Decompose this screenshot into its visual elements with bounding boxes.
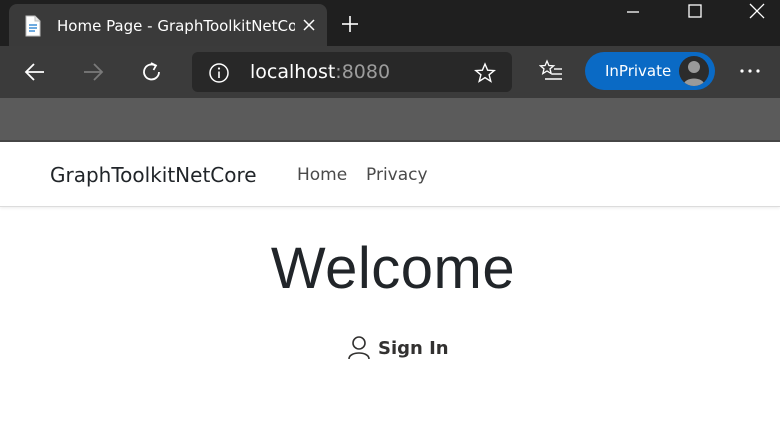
favorites-bar bbox=[0, 98, 780, 142]
person-icon bbox=[347, 335, 371, 361]
star-icon[interactable] bbox=[473, 62, 497, 84]
title-bar: Home Page - GraphToolkitNetCore bbox=[0, 0, 780, 46]
sign-in-label: Sign In bbox=[378, 338, 449, 359]
page-content: GraphToolkitNetCore Home Privacy Welcome… bbox=[0, 142, 780, 427]
more-options-icon[interactable] bbox=[738, 59, 762, 83]
inprivate-button[interactable]: InPrivate bbox=[585, 52, 715, 90]
close-tab-icon[interactable] bbox=[301, 17, 317, 33]
minimize-icon[interactable] bbox=[623, 2, 643, 22]
nav-link-privacy[interactable]: Privacy bbox=[366, 163, 428, 187]
url-port: :8080 bbox=[335, 61, 391, 83]
favorites-icon[interactable] bbox=[538, 59, 563, 83]
page-icon bbox=[23, 15, 43, 37]
forward-icon[interactable] bbox=[73, 52, 113, 92]
maximize-icon[interactable] bbox=[685, 2, 705, 22]
nav-link-home[interactable]: Home bbox=[297, 163, 347, 187]
browser-tab[interactable]: Home Page - GraphToolkitNetCore bbox=[9, 4, 327, 46]
refresh-icon[interactable] bbox=[132, 52, 172, 92]
avatar bbox=[679, 56, 709, 86]
info-icon[interactable] bbox=[208, 62, 230, 84]
site-brand[interactable]: GraphToolkitNetCore bbox=[50, 162, 257, 188]
new-tab-icon[interactable] bbox=[340, 14, 360, 34]
close-window-icon[interactable] bbox=[747, 2, 767, 22]
url-text: localhost:8080 bbox=[250, 60, 390, 84]
address-bar[interactable]: localhost:8080 bbox=[192, 52, 512, 92]
browser-toolbar: localhost:8080 InPrivate bbox=[0, 46, 780, 98]
page-title: Welcome bbox=[270, 236, 516, 301]
site-navbar: GraphToolkitNetCore Home Privacy bbox=[0, 142, 780, 207]
back-icon[interactable] bbox=[15, 52, 55, 92]
url-host: localhost bbox=[250, 61, 336, 83]
tab-title: Home Page - GraphToolkitNetCore bbox=[57, 17, 295, 35]
sign-in-button[interactable]: Sign In bbox=[347, 335, 449, 363]
inprivate-label: InPrivate bbox=[605, 62, 672, 80]
